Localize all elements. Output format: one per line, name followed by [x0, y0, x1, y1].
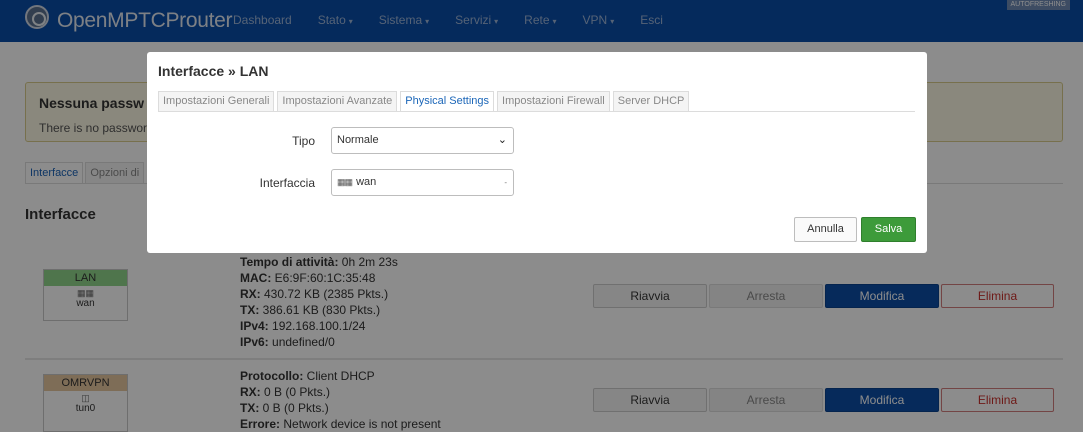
tab-physical-settings[interactable]: Physical Settings — [400, 91, 495, 112]
type-select[interactable]: Normale ⌄ — [331, 127, 514, 154]
tab-firewall-settings[interactable]: Impostazioni Firewall — [497, 91, 610, 112]
dialog-title: Interfacce » LAN — [158, 63, 269, 79]
cancel-button[interactable]: Annulla — [794, 217, 857, 242]
chevron-down-icon: ⌄ — [497, 134, 507, 146]
save-button[interactable]: Salva — [861, 217, 916, 242]
dialog-tabs: Impostazioni Generali Impostazioni Avanz… — [158, 91, 692, 112]
tab-dhcp-server[interactable]: Server DHCP — [612, 91, 690, 112]
interface-select-value: wan — [356, 176, 377, 188]
edit-interface-dialog: Interfacce » LAN Impostazioni Generali I… — [147, 52, 927, 253]
interface-label: Interfaccia — [259, 176, 315, 190]
dropdown-arrow-icon: - — [504, 178, 507, 187]
tab-advanced-settings[interactable]: Impostazioni Avanzate — [277, 91, 398, 112]
interface-select[interactable]: ▦▦ wan - — [331, 169, 514, 196]
tabs-divider — [158, 111, 915, 112]
tab-general-settings[interactable]: Impostazioni Generali — [158, 91, 275, 112]
ethernet-port-icon: ▦▦ — [337, 177, 353, 187]
type-label: Tipo — [292, 134, 315, 148]
type-select-value: Normale — [337, 134, 379, 146]
